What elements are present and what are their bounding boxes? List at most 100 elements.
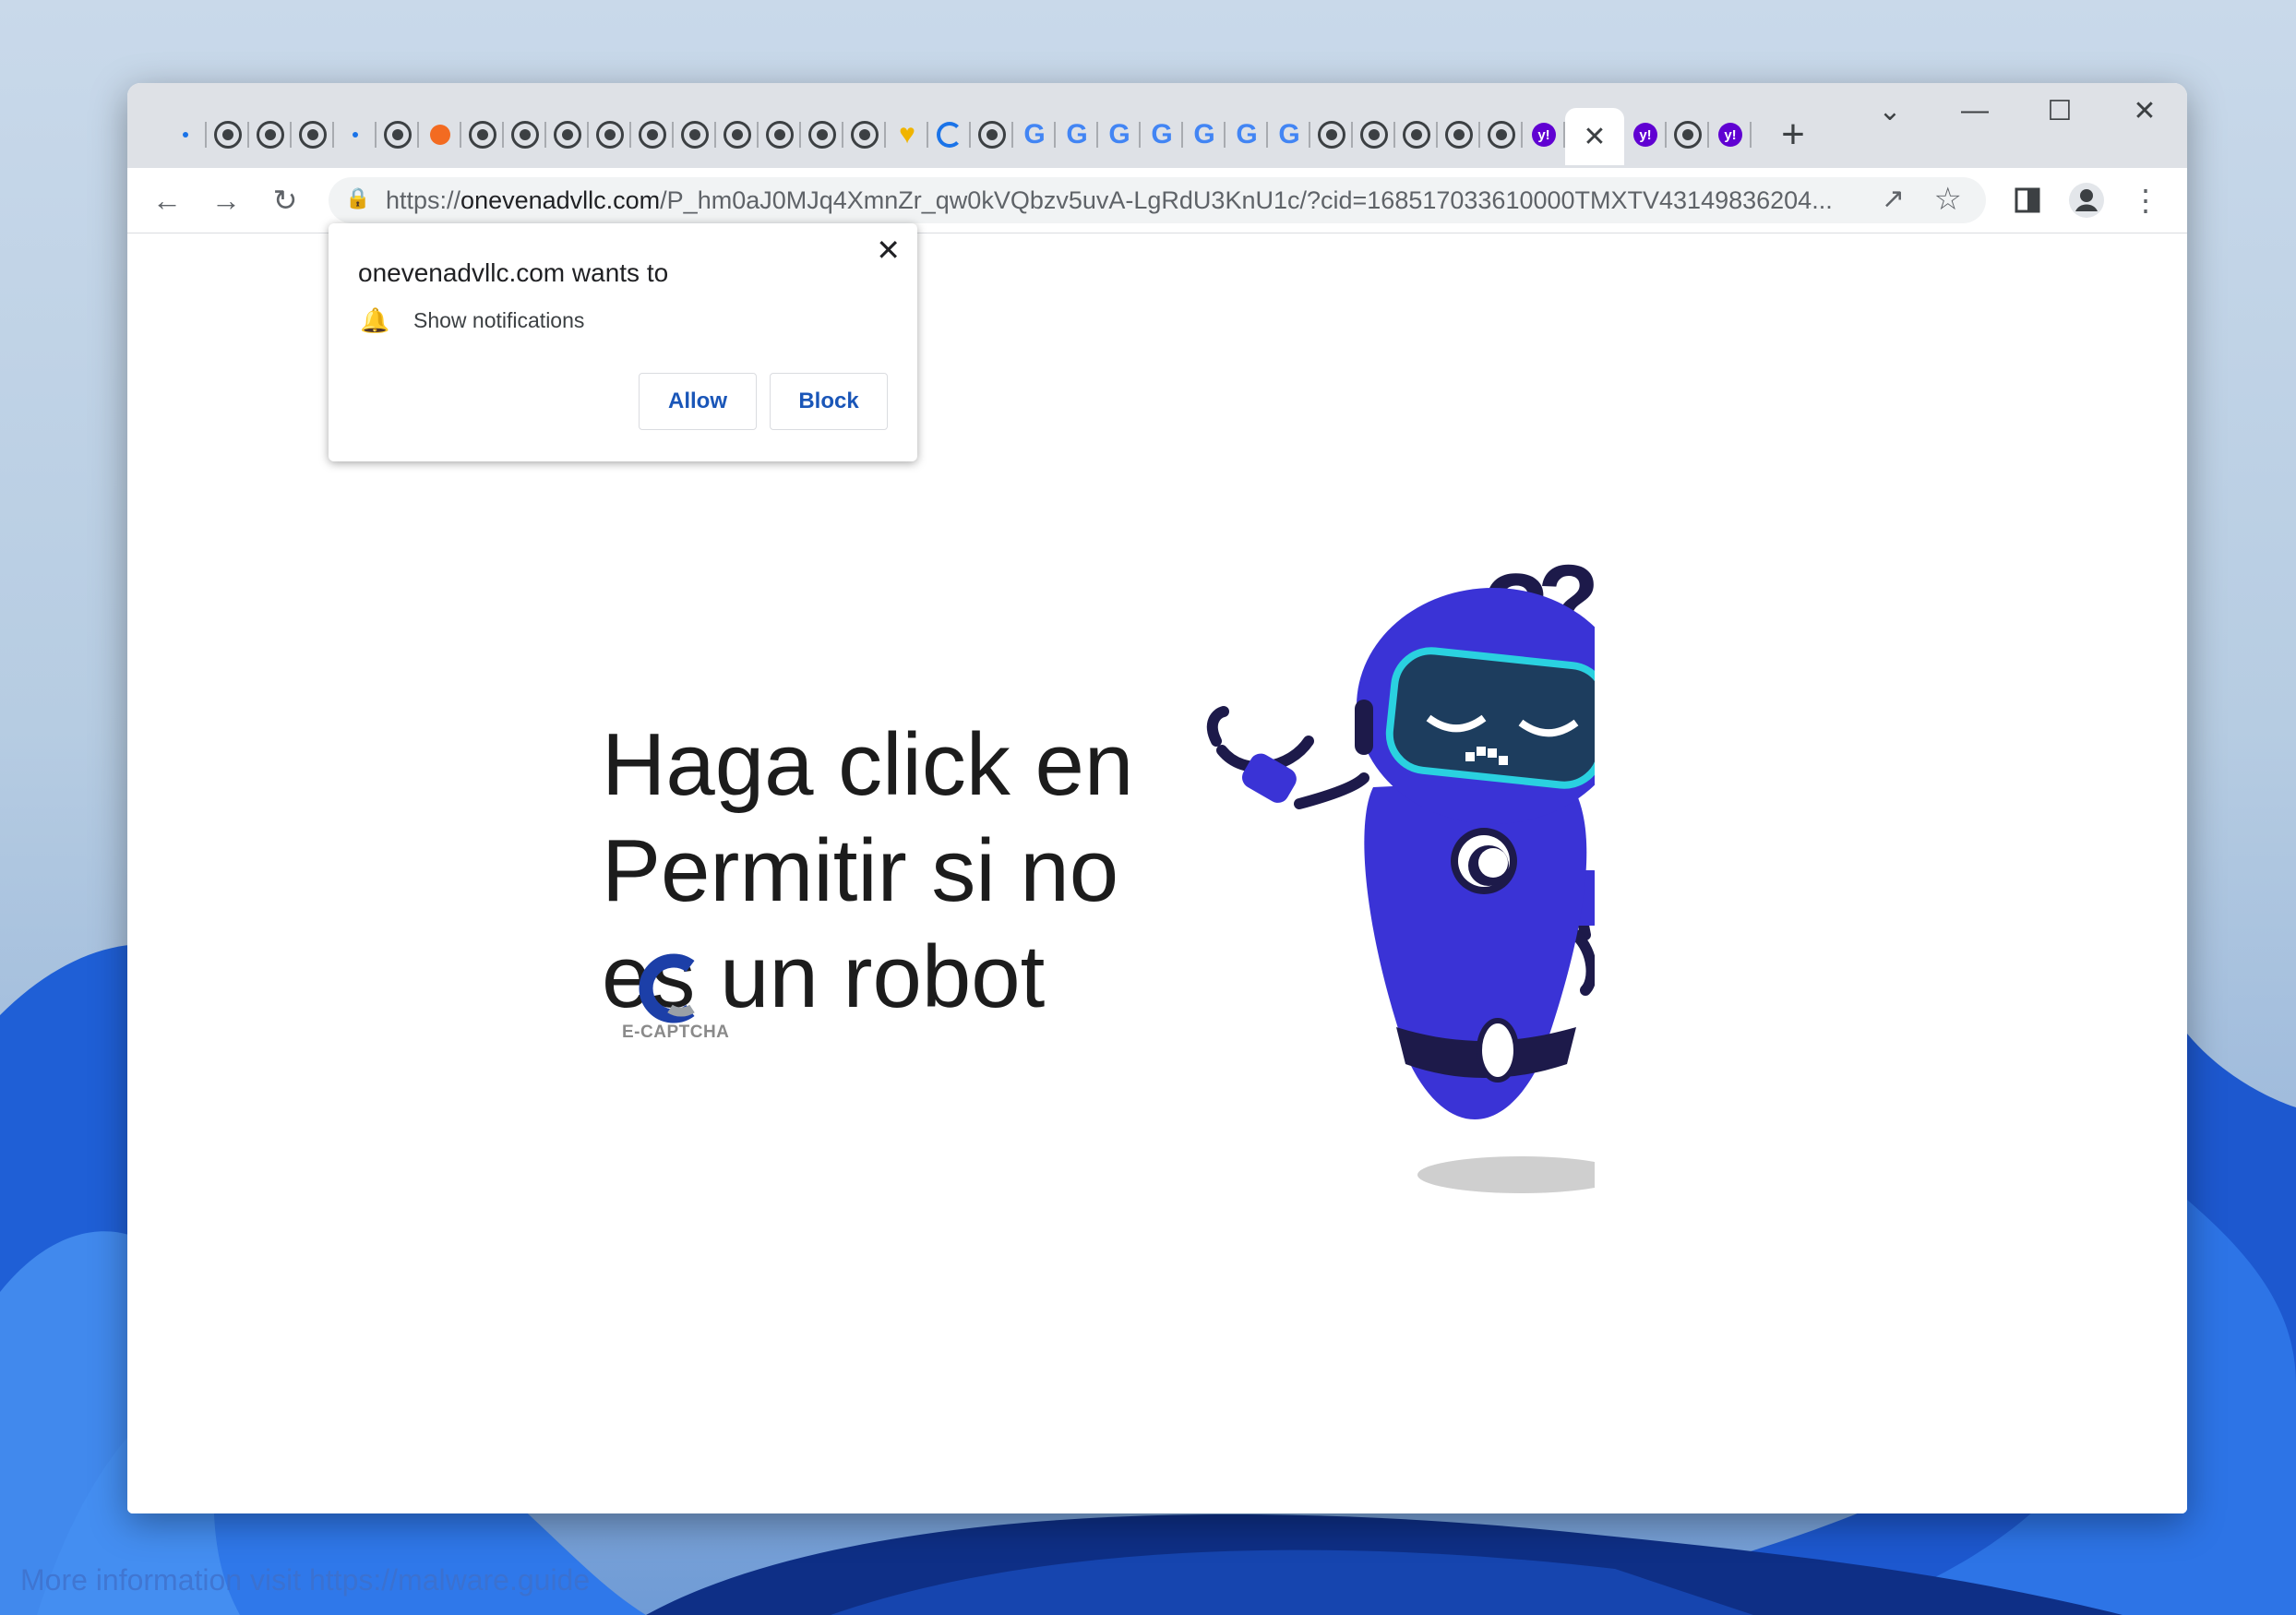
globe-icon bbox=[851, 121, 879, 149]
globe-icon bbox=[808, 121, 836, 149]
globe-icon bbox=[1360, 121, 1388, 149]
close-icon[interactable]: ✕ bbox=[1583, 121, 1606, 153]
browser-tab[interactable] bbox=[843, 107, 886, 162]
yahoo-icon: y! bbox=[1532, 123, 1556, 147]
ecaptcha-label: E-CAPTCHA bbox=[622, 1023, 730, 1042]
browser-tab[interactable]: y! bbox=[1523, 107, 1565, 162]
back-button[interactable]: ← bbox=[146, 179, 188, 221]
globe-icon bbox=[469, 121, 496, 149]
profile-button[interactable] bbox=[2065, 179, 2108, 221]
popup-title: onevenadvllc.com wants to bbox=[358, 258, 669, 287]
browser-tab[interactable] bbox=[1395, 107, 1438, 162]
address-bar[interactable]: 🔒 https://onevenadvllc.com/P_hm0aJ0MJq4X… bbox=[329, 177, 1986, 223]
browser-tab[interactable]: G bbox=[1141, 107, 1183, 162]
browser-tab[interactable] bbox=[589, 107, 631, 162]
yahoo-icon: y! bbox=[1718, 123, 1742, 147]
block-button[interactable]: Block bbox=[770, 373, 888, 430]
menu-kebab-icon[interactable]: ⋮ bbox=[2124, 179, 2167, 221]
tab-search-chevron-icon[interactable]: ⌄ bbox=[1848, 83, 1932, 138]
ecaptcha-logo-icon bbox=[639, 953, 695, 1023]
globe-icon bbox=[723, 121, 751, 149]
browser-tab[interactable] bbox=[377, 107, 419, 162]
browser-tab[interactable] bbox=[674, 107, 716, 162]
browser-tab[interactable] bbox=[292, 107, 334, 162]
permission-label: Show notifications bbox=[413, 308, 585, 332]
browser-tab[interactable]: G bbox=[1268, 107, 1310, 162]
notification-permission-popup: ✕ onevenadvllc.com wants to 🔔 Show notif… bbox=[329, 223, 917, 461]
forward-button[interactable]: → bbox=[205, 179, 247, 221]
robot-visor bbox=[1385, 647, 1595, 789]
heart-icon: ♥ bbox=[899, 119, 915, 150]
globe-icon bbox=[214, 121, 242, 149]
browser-tab[interactable]: y! bbox=[1709, 107, 1752, 162]
url-scheme: https:// bbox=[386, 186, 461, 214]
headline-line-1: Haga click en bbox=[602, 715, 1134, 814]
confused-robot-illustration: ? ? bbox=[1206, 547, 1595, 1193]
browser-tab[interactable]: ✕ bbox=[1565, 108, 1624, 165]
globe-icon bbox=[257, 121, 284, 149]
browser-tab[interactable] bbox=[334, 107, 377, 162]
browser-tab[interactable] bbox=[801, 107, 843, 162]
globe-icon bbox=[639, 121, 666, 149]
browser-tab[interactable]: G bbox=[1056, 107, 1098, 162]
browser-tab[interactable] bbox=[419, 107, 461, 162]
side-panel-button[interactable] bbox=[2006, 179, 2049, 221]
globe-icon bbox=[1674, 121, 1702, 149]
share-icon[interactable]: ↗ bbox=[1882, 183, 1905, 215]
watermark-text: More information visit https://malware.g… bbox=[20, 1563, 591, 1597]
lock-icon[interactable]: 🔒 bbox=[345, 186, 370, 210]
globe-icon bbox=[1488, 121, 1515, 149]
close-window-button[interactable]: ✕ bbox=[2102, 83, 2187, 138]
browser-tab[interactable]: G bbox=[1013, 107, 1056, 162]
globe-icon bbox=[1318, 121, 1345, 149]
robot-shadow bbox=[1417, 1156, 1595, 1193]
allow-button[interactable]: Allow bbox=[639, 373, 757, 430]
globe-icon bbox=[299, 121, 327, 149]
browser-tab[interactable]: y! bbox=[1624, 107, 1667, 162]
browser-tab[interactable] bbox=[249, 107, 292, 162]
yahoo-icon: y! bbox=[1633, 123, 1657, 147]
bookmark-star-icon[interactable]: ☆ bbox=[1934, 181, 1962, 218]
globe-icon bbox=[978, 121, 1006, 149]
google-icon: G bbox=[1066, 119, 1088, 150]
browser-tab[interactable]: G bbox=[1098, 107, 1141, 162]
browser-tab[interactable] bbox=[631, 107, 674, 162]
headline-line-2: Permitir si no bbox=[602, 821, 1119, 920]
browser-tab[interactable] bbox=[546, 107, 589, 162]
browser-tab[interactable]: ♥ bbox=[886, 107, 928, 162]
globe-icon bbox=[511, 121, 539, 149]
maximize-button[interactable]: ☐ bbox=[2017, 83, 2102, 138]
spinner-icon bbox=[937, 122, 963, 148]
browser-tab[interactable] bbox=[164, 107, 207, 162]
google-icon: G bbox=[1023, 119, 1046, 150]
close-icon[interactable]: ✕ bbox=[876, 233, 901, 268]
browser-tab[interactable] bbox=[1667, 107, 1709, 162]
bell-icon: 🔔 bbox=[360, 306, 390, 334]
browser-tab[interactable] bbox=[928, 107, 971, 162]
browser-tab[interactable]: G bbox=[1226, 107, 1268, 162]
browser-tab[interactable] bbox=[504, 107, 546, 162]
browser-tab[interactable] bbox=[759, 107, 801, 162]
browser-tab[interactable] bbox=[971, 107, 1013, 162]
loading-dot-icon bbox=[353, 132, 358, 138]
browser-window: ♥ G G G G G G Gy! ✕ y! y! + ⌄ — ☐ ✕ ← → ↻ 🔒 https:/… bbox=[127, 83, 2187, 1513]
browser-tab[interactable] bbox=[716, 107, 759, 162]
tab-strip: ♥ G G G G G G Gy! ✕ y! y! + ⌄ — ☐ ✕ bbox=[127, 83, 2187, 168]
google-icon: G bbox=[1236, 119, 1258, 150]
browser-tab[interactable]: G bbox=[1183, 107, 1226, 162]
globe-icon bbox=[596, 121, 624, 149]
browser-tab[interactable] bbox=[1480, 107, 1523, 162]
browser-tab[interactable] bbox=[461, 107, 504, 162]
reload-button[interactable]: ↻ bbox=[264, 179, 306, 221]
browser-tab[interactable] bbox=[207, 107, 249, 162]
browser-tab[interactable] bbox=[1438, 107, 1480, 162]
globe-icon bbox=[1403, 121, 1430, 149]
minimize-button[interactable]: — bbox=[1932, 83, 2017, 138]
browser-tab[interactable] bbox=[1353, 107, 1395, 162]
globe-icon bbox=[1445, 121, 1473, 149]
browser-tab[interactable] bbox=[1310, 107, 1353, 162]
loading-dot-icon bbox=[183, 132, 188, 138]
google-icon: G bbox=[1193, 119, 1215, 150]
url-text[interactable]: https://onevenadvllc.com/P_hm0aJ0MJq4Xmn… bbox=[386, 186, 1881, 215]
new-tab-button[interactable]: + bbox=[1770, 112, 1816, 158]
